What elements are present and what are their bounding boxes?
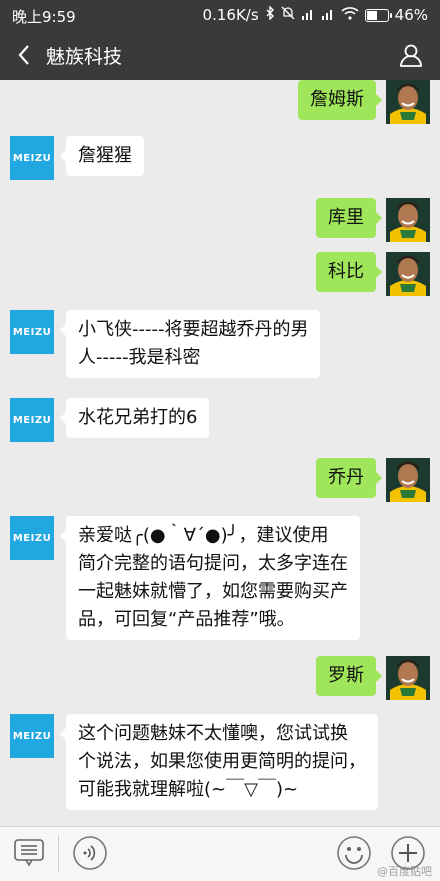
- bottom-input-bar: @百度贴吧: [0, 826, 440, 881]
- message-line: 品，可回复“产品推荐”哦。: [78, 609, 295, 630]
- title-bar: 魅族科技: [0, 30, 440, 80]
- voice-icon[interactable]: [72, 835, 108, 871]
- user-message-bubble[interactable]: 科比: [316, 252, 382, 292]
- meizu-avatar[interactable]: MEIZU: [10, 516, 54, 560]
- meizu-avatar[interactable]: MEIZU: [10, 136, 54, 180]
- profile-icon[interactable]: [398, 42, 424, 68]
- user-avatar[interactable]: [386, 458, 430, 502]
- message-line: 这个问题魅妹不太懂噢，您试试换: [78, 723, 348, 744]
- watermark: @百度贴吧: [377, 865, 432, 878]
- status-right: 0.16K/s 46%: [202, 5, 428, 24]
- bot-message-bubble[interactable]: 小飞侠-----将要超越乔丹的男 人-----我是科密: [59, 310, 321, 378]
- message-line: 小飞侠-----将要超越乔丹的男: [78, 319, 309, 340]
- menu-list-icon[interactable]: [14, 839, 44, 867]
- battery-percent: 46%: [394, 6, 428, 24]
- back-arrow-icon[interactable]: [12, 40, 38, 70]
- message-line: 亲爱哒╭(●｀∀´●)╯，建议使用: [78, 525, 329, 546]
- battery-icon: [364, 8, 392, 22]
- message-line: 个说法，如果您使用更简明的提问，: [78, 751, 366, 772]
- meizu-avatar[interactable]: MEIZU: [10, 310, 54, 354]
- message-text: 水花兄弟打的6: [78, 407, 198, 428]
- message-text: 库里: [328, 207, 364, 228]
- emoji-icon[interactable]: [336, 835, 372, 871]
- user-message-bubble[interactable]: 詹姆斯: [298, 80, 382, 120]
- message-text: 詹猩猩: [78, 145, 132, 166]
- user-message-bubble[interactable]: 库里: [316, 198, 382, 238]
- meizu-avatar[interactable]: MEIZU: [10, 714, 54, 758]
- bot-message-bubble[interactable]: 亲爱哒╭(●｀∀´●)╯，建议使用 简介完整的语句提问，太多字连在 一起魅妹就懵了，…: [60, 516, 360, 640]
- signal-icon-2: [321, 6, 335, 24]
- user-avatar[interactable]: [386, 198, 430, 242]
- status-time: 晚上9:59: [12, 8, 76, 26]
- signal-icon-1: [301, 6, 315, 24]
- message-line: 一起魅妹就懵了，如您需要购买产: [78, 581, 348, 602]
- user-avatar[interactable]: [386, 656, 430, 700]
- message-line: 人-----我是科密: [78, 347, 201, 368]
- network-speed: 0.16K/s: [202, 6, 259, 24]
- user-message-bubble[interactable]: 罗斯: [316, 656, 382, 696]
- bot-message-bubble[interactable]: 詹猩猩: [60, 136, 144, 176]
- message-line: 可能我就理解啦(~￣▽￣)~: [78, 779, 299, 800]
- bluetooth-icon: [265, 5, 275, 24]
- message-text: 科比: [328, 261, 364, 282]
- message-line: 简介完整的语句提问，太多字连在: [78, 553, 348, 574]
- message-text: 詹姆斯: [310, 89, 364, 110]
- meizu-avatar[interactable]: MEIZU: [10, 398, 54, 442]
- user-avatar[interactable]: [386, 252, 430, 296]
- wifi-icon: [341, 6, 359, 24]
- message-text: 罗斯: [328, 665, 364, 686]
- bar-divider: [58, 835, 59, 873]
- message-text: 乔丹: [328, 467, 364, 488]
- status-bar: 晚上9:59 0.16K/s 46%: [0, 0, 440, 30]
- mute-bell-icon: [281, 6, 295, 24]
- user-message-bubble[interactable]: 乔丹: [316, 458, 382, 498]
- chat-area[interactable]: 詹姆斯 MEIZU 詹猩猩 库里 科比 MEIZU 小飞侠-----将要超越乔丹的男 人-…: [0, 80, 440, 826]
- user-avatar[interactable]: [386, 80, 430, 124]
- page-title: 魅族科技: [46, 46, 123, 68]
- bot-message-bubble[interactable]: 水花兄弟打的6: [59, 398, 210, 438]
- bot-message-bubble[interactable]: 这个问题魅妹不太懂噢，您试试换 个说法，如果您使用更简明的提问， 可能我就理解啦(~…: [60, 714, 378, 810]
